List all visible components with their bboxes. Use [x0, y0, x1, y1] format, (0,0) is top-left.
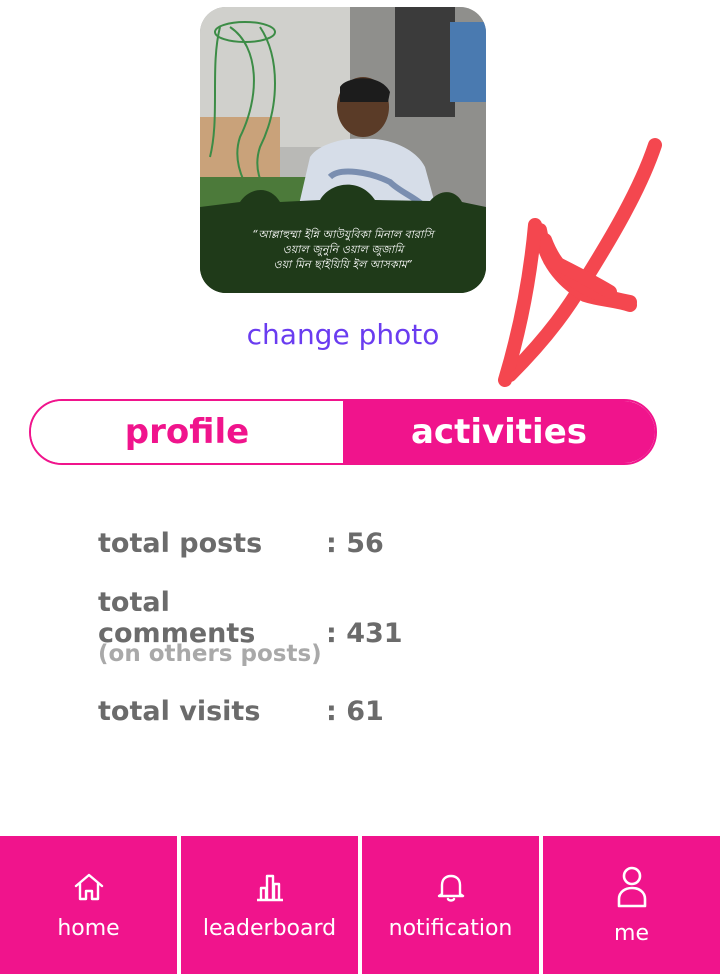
stat-label: total visits	[98, 696, 261, 727]
nav-label: me	[614, 920, 649, 946]
banner-line: ওয়া মিন ছাইয়িয়ি ইল আসকাম”	[273, 258, 413, 271]
stat-label: total posts	[98, 528, 263, 559]
annotation-arrow-icon	[498, 138, 662, 387]
stat-total-visits: total visits : 61	[98, 696, 384, 727]
tab-profile[interactable]: profile	[31, 401, 343, 463]
banner-line: ওয়াল জুনুনি ওয়াল জুজামি	[282, 243, 404, 256]
nav-notification[interactable]: notification	[362, 836, 539, 974]
stat-label: total comments	[98, 587, 256, 649]
profile-activities-toggle: profile activities	[29, 399, 657, 465]
nav-home[interactable]: home	[0, 836, 177, 974]
stat-total-comments: total comments : 431	[98, 587, 403, 649]
leaderboard-icon	[256, 874, 283, 901]
nav-me[interactable]: me	[543, 836, 720, 974]
stat-comments-note: (on others posts)	[98, 641, 322, 667]
stat-total-posts: total posts : 56	[98, 528, 384, 559]
stat-value: : 56	[326, 528, 384, 559]
nav-leaderboard[interactable]: leaderboard	[181, 836, 358, 974]
profile-photo: “আল্লাহুম্মা ইন্নি আউযুবিকা মিনাল বারাসি…	[200, 7, 486, 293]
user-icon	[617, 866, 646, 907]
bottom-nav: home leaderboard notification me	[0, 836, 720, 974]
bell-icon	[437, 874, 464, 902]
nav-label: leaderboard	[202, 915, 337, 941]
stat-value: : 61	[326, 696, 384, 727]
home-icon	[74, 873, 103, 900]
nav-label: home	[57, 915, 120, 941]
banner-line: “আল্লাহুম্মা ইন্নি আউযুবিকা মিনাল বারাসি	[252, 228, 434, 241]
nav-label: notification	[388, 915, 513, 941]
tab-activities[interactable]: activities	[343, 401, 655, 463]
stat-value: : 431	[326, 618, 403, 649]
photo-banner-text: “আল্লাহুম্মা ইন্নি আউযুবিকা মিনাল বারাসি…	[200, 227, 486, 272]
